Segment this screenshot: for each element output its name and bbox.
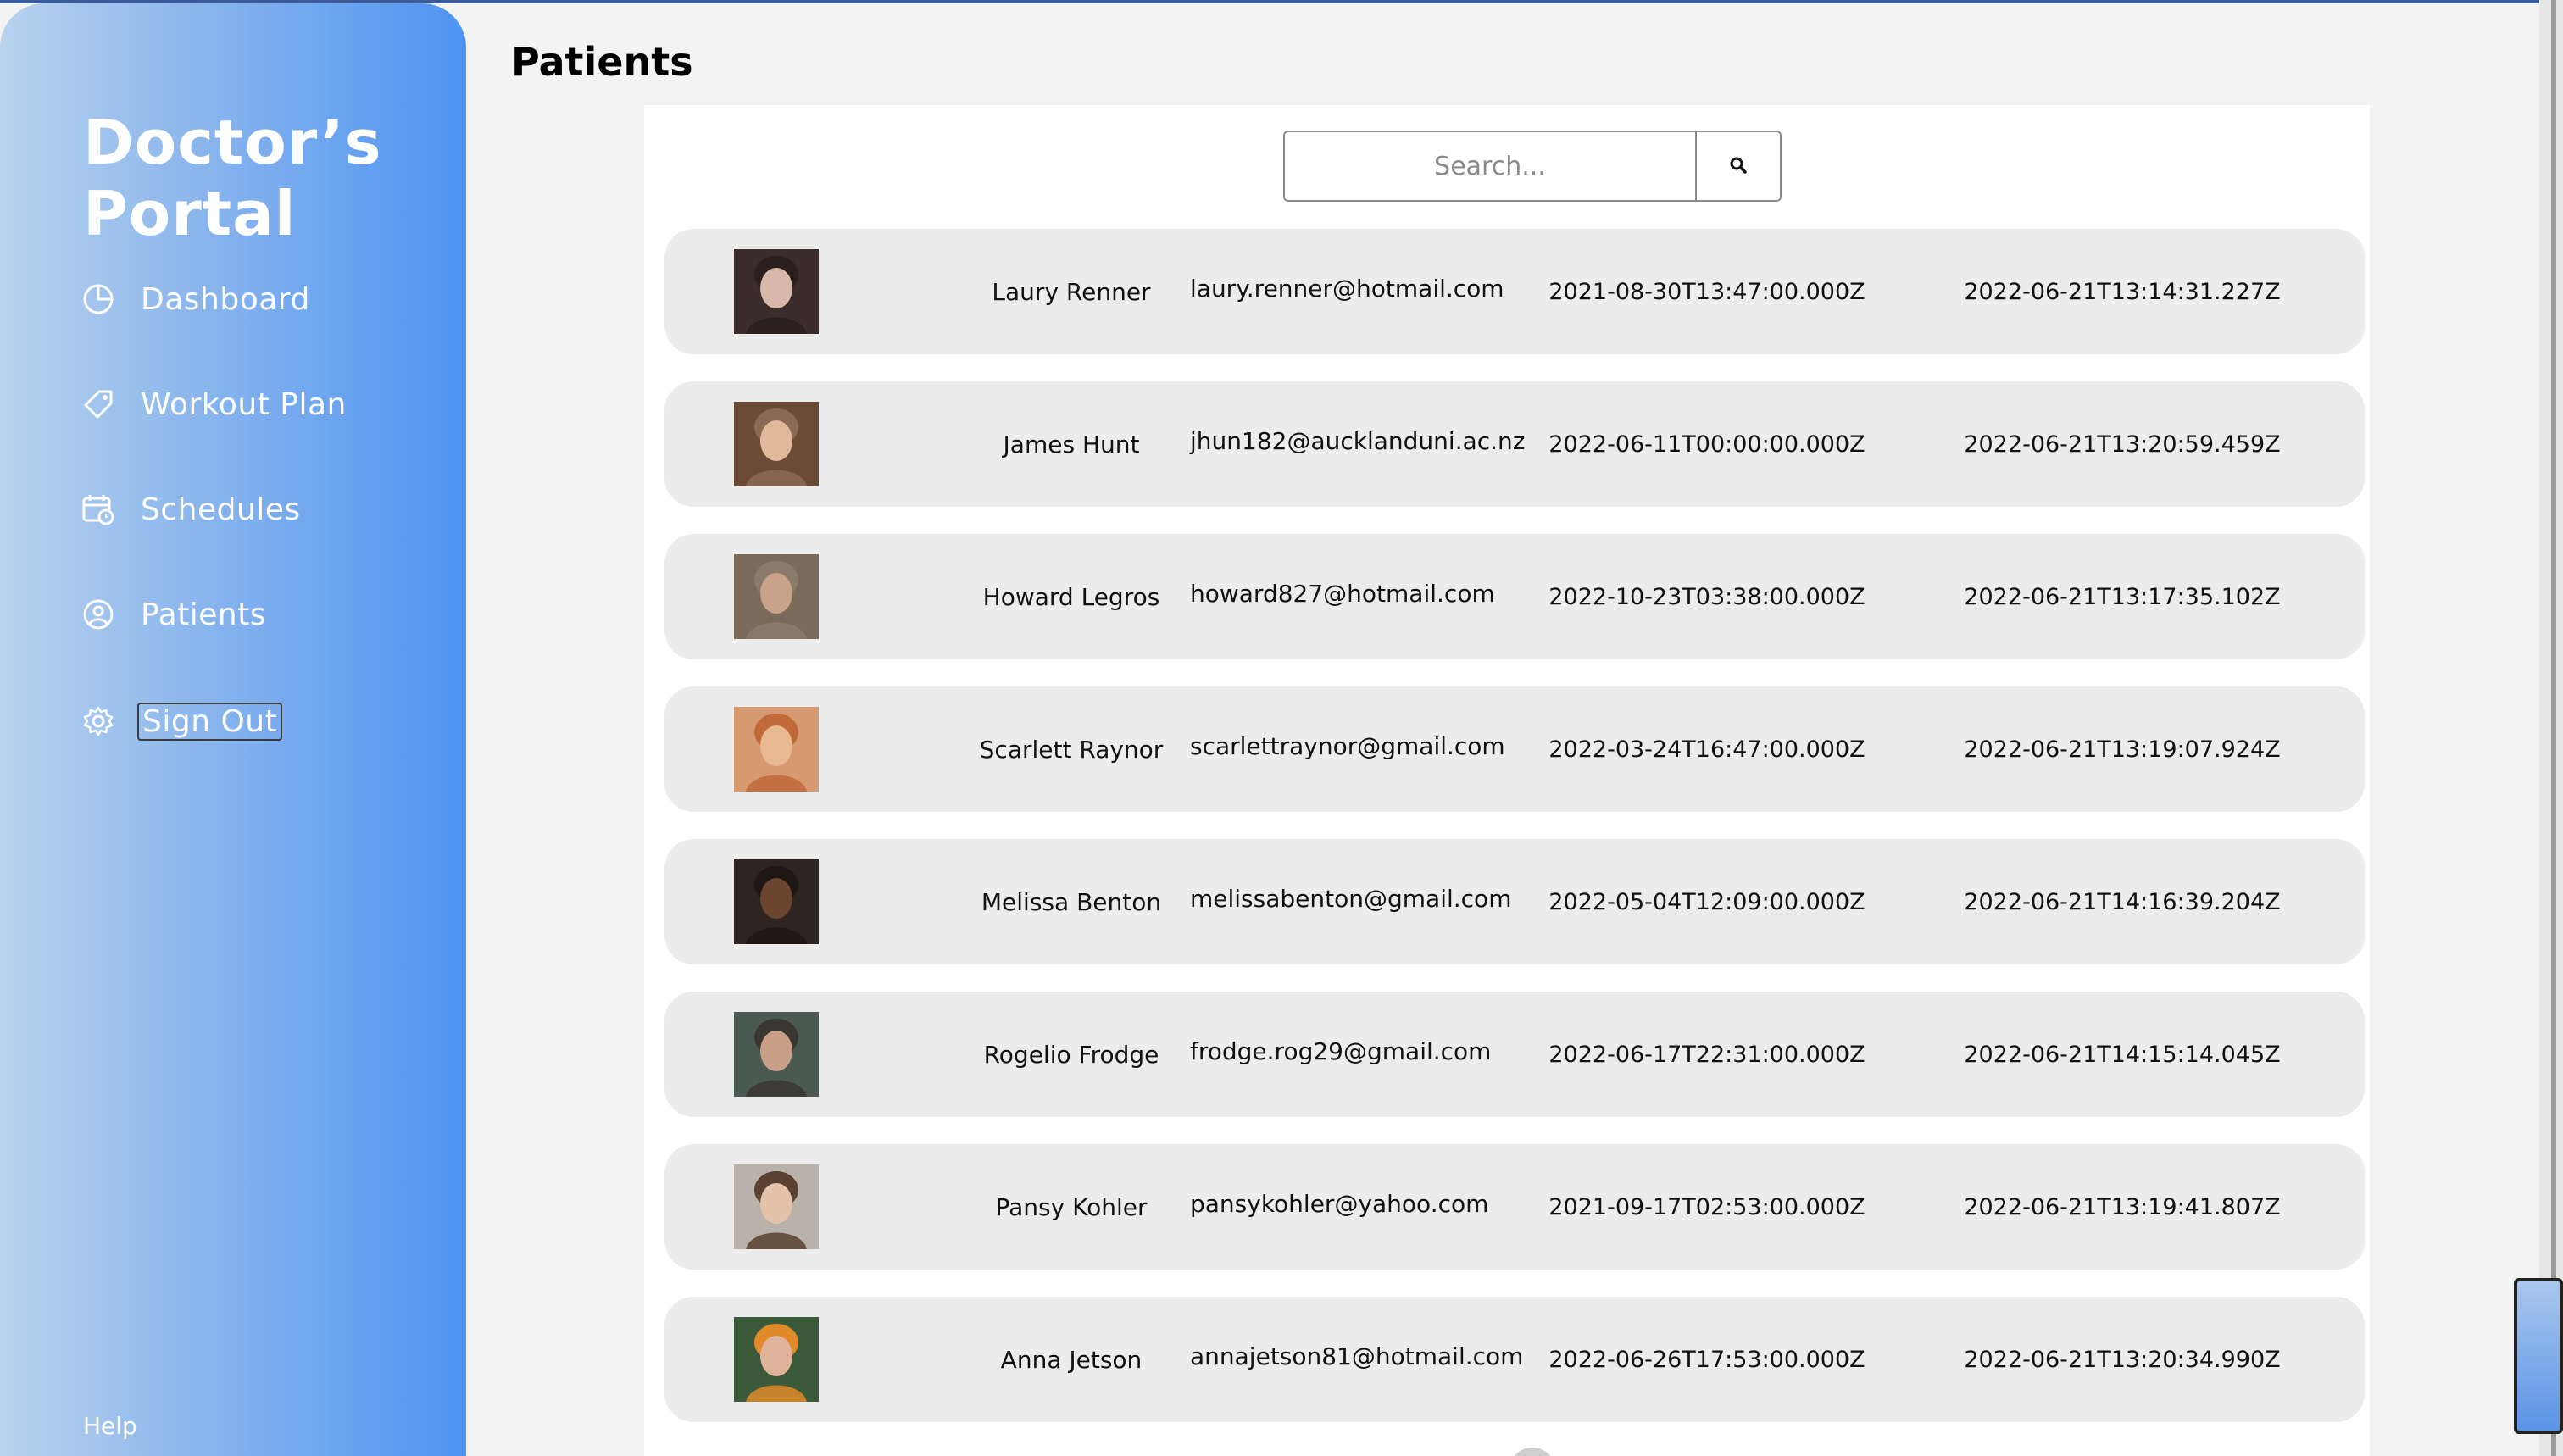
patient-date-2: 2022-06-21T14:16:39.204Z: [1964, 888, 2281, 915]
patient-date-1: 2022-06-11T00:00:00.000Z: [1548, 431, 1865, 458]
avatar: [734, 554, 819, 639]
search-bar: [1283, 131, 1782, 202]
patient-row[interactable]: Laury Renner laury.renner@hotmail.com 20…: [664, 229, 2365, 354]
patient-date-1: 2022-10-23T03:38:00.000Z: [1548, 583, 1865, 610]
patient-name: Anna Jetson: [1000, 1345, 1143, 1374]
patient-date-2: 2022-06-21T13:19:07.924Z: [1964, 736, 2281, 763]
avatar: [734, 859, 819, 944]
patient-date-1: 2022-06-17T22:31:00.000Z: [1548, 1041, 1865, 1068]
gear-icon: [80, 703, 117, 740]
patient-date-1: 2021-08-30T13:47:00.000Z: [1548, 278, 1865, 305]
patient-name: Pansy Kohler: [995, 1192, 1148, 1221]
search-input[interactable]: [1285, 132, 1695, 200]
patient-date-1: 2021-09-17T02:53:00.000Z: [1548, 1193, 1865, 1220]
patient-date-1: 2022-06-26T17:53:00.000Z: [1548, 1346, 1865, 1373]
avatar: [734, 1317, 819, 1402]
patient-name: Howard Legros: [982, 582, 1160, 611]
sidebar-item-label: Patients: [141, 597, 267, 632]
patient-email: melissabenton@gmail.com: [1190, 884, 1512, 913]
search-icon: [1728, 155, 1749, 178]
patient-name: Melissa Benton: [981, 887, 1162, 916]
patient-name: Scarlett Raynor: [979, 735, 1164, 764]
user-circle-icon: [80, 596, 117, 633]
patient-email: scarlettraynor@gmail.com: [1190, 731, 1505, 760]
patient-date-2: 2022-06-21T14:15:14.045Z: [1964, 1041, 2281, 1068]
avatar: [734, 1164, 819, 1249]
patient-email: jhun182@aucklanduni.ac.nz: [1190, 426, 1526, 455]
sidebar-item-dashboard[interactable]: Dashboard: [80, 274, 310, 325]
help-link[interactable]: Help: [83, 1412, 137, 1440]
patient-email: annajetson81@hotmail.com: [1190, 1342, 1524, 1370]
patient-row[interactable]: James Hunt jhun182@aucklanduni.ac.nz 202…: [664, 381, 2365, 507]
sidebar-item-sign-out[interactable]: Sign Out: [80, 696, 283, 747]
patient-row[interactable]: Pansy Kohler pansykohler@yahoo.com 2021-…: [664, 1144, 2365, 1270]
sidebar-item-label: Schedules: [141, 492, 301, 527]
sidebar-item-patients[interactable]: Patients: [80, 589, 266, 640]
patient-email: pansykohler@yahoo.com: [1190, 1189, 1489, 1218]
tag-icon: [80, 386, 117, 423]
patient-row[interactable]: Rogelio Frodge frodge.rog29@gmail.com 20…: [664, 992, 2365, 1117]
patient-date-2: 2022-06-21T13:20:59.459Z: [1964, 431, 2281, 458]
patient-email: howard827@hotmail.com: [1190, 579, 1495, 608]
patient-row[interactable]: Howard Legros howard827@hotmail.com 2022…: [664, 534, 2365, 659]
patient-email: frodge.rog29@gmail.com: [1190, 1036, 1492, 1065]
patient-date-2: 2022-06-21T13:14:31.227Z: [1964, 278, 2281, 305]
avatar: [734, 402, 819, 486]
avatar: [734, 707, 819, 792]
patient-date-2: 2022-06-21T13:20:34.990Z: [1964, 1346, 2281, 1373]
patient-name: Laury Renner: [992, 277, 1151, 306]
sidebar-item-workout-plan[interactable]: Workout Plan: [80, 379, 347, 430]
page-title: Patients: [511, 39, 693, 85]
sidebar-item-schedules[interactable]: Schedules: [80, 484, 301, 535]
calendar-clock-icon: [80, 491, 117, 528]
sidebar: Doctor’s Portal Dashboard Workout Plan S…: [0, 3, 466, 1456]
sign-out-button[interactable]: Sign Out: [137, 702, 283, 741]
pie-chart-icon: [80, 281, 117, 318]
avatar: [734, 249, 819, 334]
patient-date-2: 2022-06-21T13:17:35.102Z: [1964, 583, 2281, 610]
patient-row[interactable]: Melissa Benton melissabenton@gmail.com 2…: [664, 839, 2365, 964]
patient-date-2: 2022-06-21T13:19:41.807Z: [1964, 1193, 2281, 1220]
patient-name: Rogelio Frodge: [983, 1040, 1159, 1069]
patient-name: James Hunt: [1003, 430, 1140, 458]
sidebar-item-label: Workout Plan: [141, 386, 347, 422]
patient-email: laury.renner@hotmail.com: [1190, 274, 1504, 303]
patient-row[interactable]: Anna Jetson annajetson81@hotmail.com 202…: [664, 1297, 2365, 1422]
avatar: [734, 1012, 819, 1097]
brand-title: Doctor’s Portal: [83, 107, 382, 249]
patient-row[interactable]: Scarlett Raynor scarlettraynor@gmail.com…: [664, 686, 2365, 812]
window-thumbnail[interactable]: [2514, 1278, 2563, 1434]
scrollbar-thumb[interactable]: [2551, 0, 2556, 1456]
patient-date-1: 2022-05-04T12:09:00.000Z: [1548, 888, 1865, 915]
sidebar-item-label: Dashboard: [141, 281, 310, 317]
search-button[interactable]: [1695, 132, 1780, 200]
patient-date-1: 2022-03-24T16:47:00.000Z: [1548, 736, 1865, 763]
